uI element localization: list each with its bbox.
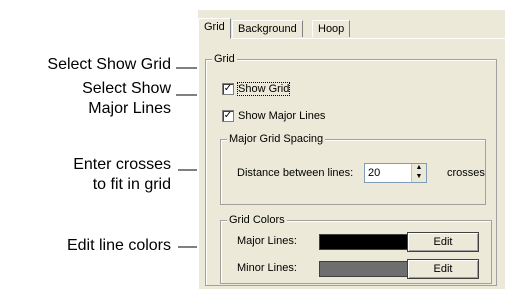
grid-group: Grid ✓ Show Grid ✓ Show Major Lines Majo…: [205, 53, 497, 286]
spinner-up-icon[interactable]: ▲: [412, 164, 426, 173]
callout-show-major-lines-text-2: Major Lines: [88, 100, 171, 117]
grid-colors-title: Grid Colors: [227, 214, 287, 226]
major-grid-spacing-title: Major Grid Spacing: [227, 133, 326, 145]
callout-enter-crosses: Enter crosses to fit in grid: [73, 155, 171, 195]
callout-show-major-lines: Select Show Major Lines: [82, 79, 171, 119]
edit-minor-color-button[interactable]: Edit: [407, 259, 479, 279]
show-major-lines-row: ✓ Show Major Lines: [222, 109, 325, 123]
distance-label: Distance between lines:: [237, 167, 354, 179]
show-grid-checkbox[interactable]: ✓: [222, 83, 234, 95]
major-grid-spacing-group: Major Grid Spacing Distance between line…: [220, 133, 486, 205]
callout-edit-colors-text: Edit line colors: [66, 237, 171, 254]
crosses-unit-label: crosses: [447, 167, 485, 179]
show-grid-label[interactable]: Show Grid: [236, 82, 291, 96]
tab-hoop[interactable]: Hoop: [312, 20, 351, 37]
callout-show-major-lines-text-1: Select Show: [82, 80, 171, 97]
callout-show-grid-text: Select Show Grid: [47, 56, 171, 73]
callout-enter-crosses-text-2: to fit in grid: [92, 176, 171, 193]
show-major-lines-label[interactable]: Show Major Lines: [238, 110, 325, 122]
spinner-down-icon[interactable]: ▼: [412, 173, 426, 182]
major-lines-label: Major Lines:: [237, 235, 297, 247]
tab-panel-grid: Grid ✓ Show Grid ✓ Show Major Lines Majo…: [198, 38, 505, 290]
tab-strip: Grid Background Hoop: [198, 18, 498, 39]
minor-lines-color-swatch: [319, 261, 415, 277]
callout-enter-crosses-text-1: Enter crosses: [73, 156, 171, 173]
tab-grid[interactable]: Grid: [198, 18, 231, 39]
tab-hoop-label: Hoop: [318, 23, 345, 35]
tab-background-label: Background: [238, 23, 297, 35]
minor-lines-label: Minor Lines:: [237, 262, 297, 274]
edit-major-color-button[interactable]: Edit: [407, 232, 479, 252]
callout-edit-colors: Edit line colors: [67, 236, 171, 256]
distance-spinner: ▲ ▼: [364, 163, 427, 183]
major-lines-color-swatch: [319, 234, 415, 250]
show-grid-row: ✓ Show Grid: [222, 82, 291, 96]
tab-grid-label: Grid: [204, 21, 225, 33]
grid-settings-dialog: Grid Background Hoop Grid ✓ Show Grid ✓ …: [197, 10, 505, 290]
show-major-lines-checkbox[interactable]: ✓: [222, 110, 234, 122]
grid-group-title: Grid: [212, 53, 237, 65]
tab-background[interactable]: Background: [232, 20, 303, 37]
distance-spinner-buttons: ▲ ▼: [411, 164, 426, 182]
distance-input[interactable]: [365, 164, 411, 182]
grid-colors-group: Grid Colors Major Lines: Edit Minor Line…: [220, 214, 492, 284]
callout-show-grid: Select Show Grid: [47, 55, 171, 75]
